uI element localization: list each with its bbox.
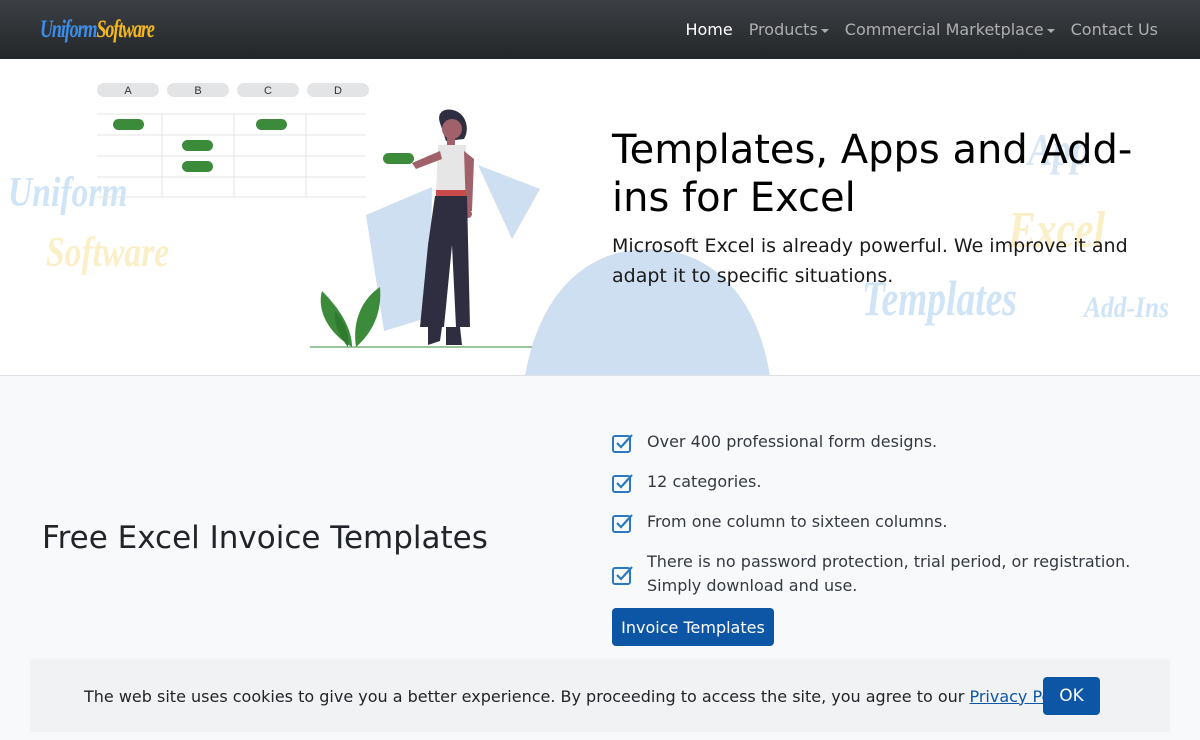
- nav-item-contact-us[interactable]: Contact Us: [1071, 20, 1158, 39]
- hero-section: Uniform Software App Excel Templates Add…: [0, 59, 1200, 376]
- cookie-banner: The web site uses cookies to give you a …: [30, 660, 1170, 732]
- hero-title: Templates, Apps and Add-ins for Excel: [612, 127, 1133, 221]
- cookie-message: The web site uses cookies to give you a …: [84, 686, 1081, 706]
- checkbox-checked-icon: [612, 566, 633, 585]
- list-item: There is no password protection, trial p…: [612, 550, 1172, 598]
- checkbox-checked-icon: [612, 514, 633, 533]
- feature-list: Over 400 professional form designs. 12 c…: [612, 430, 1172, 614]
- cookie-ok-button[interactable]: OK: [1043, 677, 1100, 715]
- invoice-templates-button[interactable]: Invoice Templates: [612, 608, 774, 646]
- column-header-a: A: [124, 85, 132, 97]
- column-header-d: D: [334, 85, 342, 97]
- triangle-shape: [478, 165, 540, 239]
- checkbox-checked-icon: [612, 434, 633, 453]
- hero-description: Microsoft Excel is already powerful. We …: [612, 235, 1128, 287]
- column-header-b: B: [194, 85, 201, 97]
- spreadsheet-illustration: A B C D: [97, 83, 369, 198]
- checkbox-checked-icon: [612, 474, 633, 493]
- plant-illustration: [320, 287, 381, 347]
- section-title: Free Excel Invoice Templates: [42, 520, 488, 556]
- watermark-add-ins: Add-Ins: [1084, 291, 1170, 324]
- nav-item-products[interactable]: Products: [749, 20, 829, 39]
- caret-down-icon: [820, 28, 829, 33]
- list-item: 12 categories.: [612, 470, 1172, 494]
- column-header-c: C: [264, 85, 272, 97]
- nav-item-home[interactable]: Home: [685, 20, 732, 39]
- navbar: UniformSoftware Home Products Commercial…: [0, 0, 1200, 59]
- list-item: From one column to sixteen columns.: [612, 510, 1172, 534]
- brand-logo[interactable]: UniformSoftware: [40, 16, 155, 44]
- nav-item-commercial-marketplace[interactable]: Commercial Marketplace: [845, 20, 1055, 39]
- caret-down-icon: [1046, 28, 1055, 33]
- nav-menu: Home Products Commercial Marketplace Con…: [669, 20, 1158, 39]
- list-item: Over 400 professional form designs.: [612, 430, 1172, 454]
